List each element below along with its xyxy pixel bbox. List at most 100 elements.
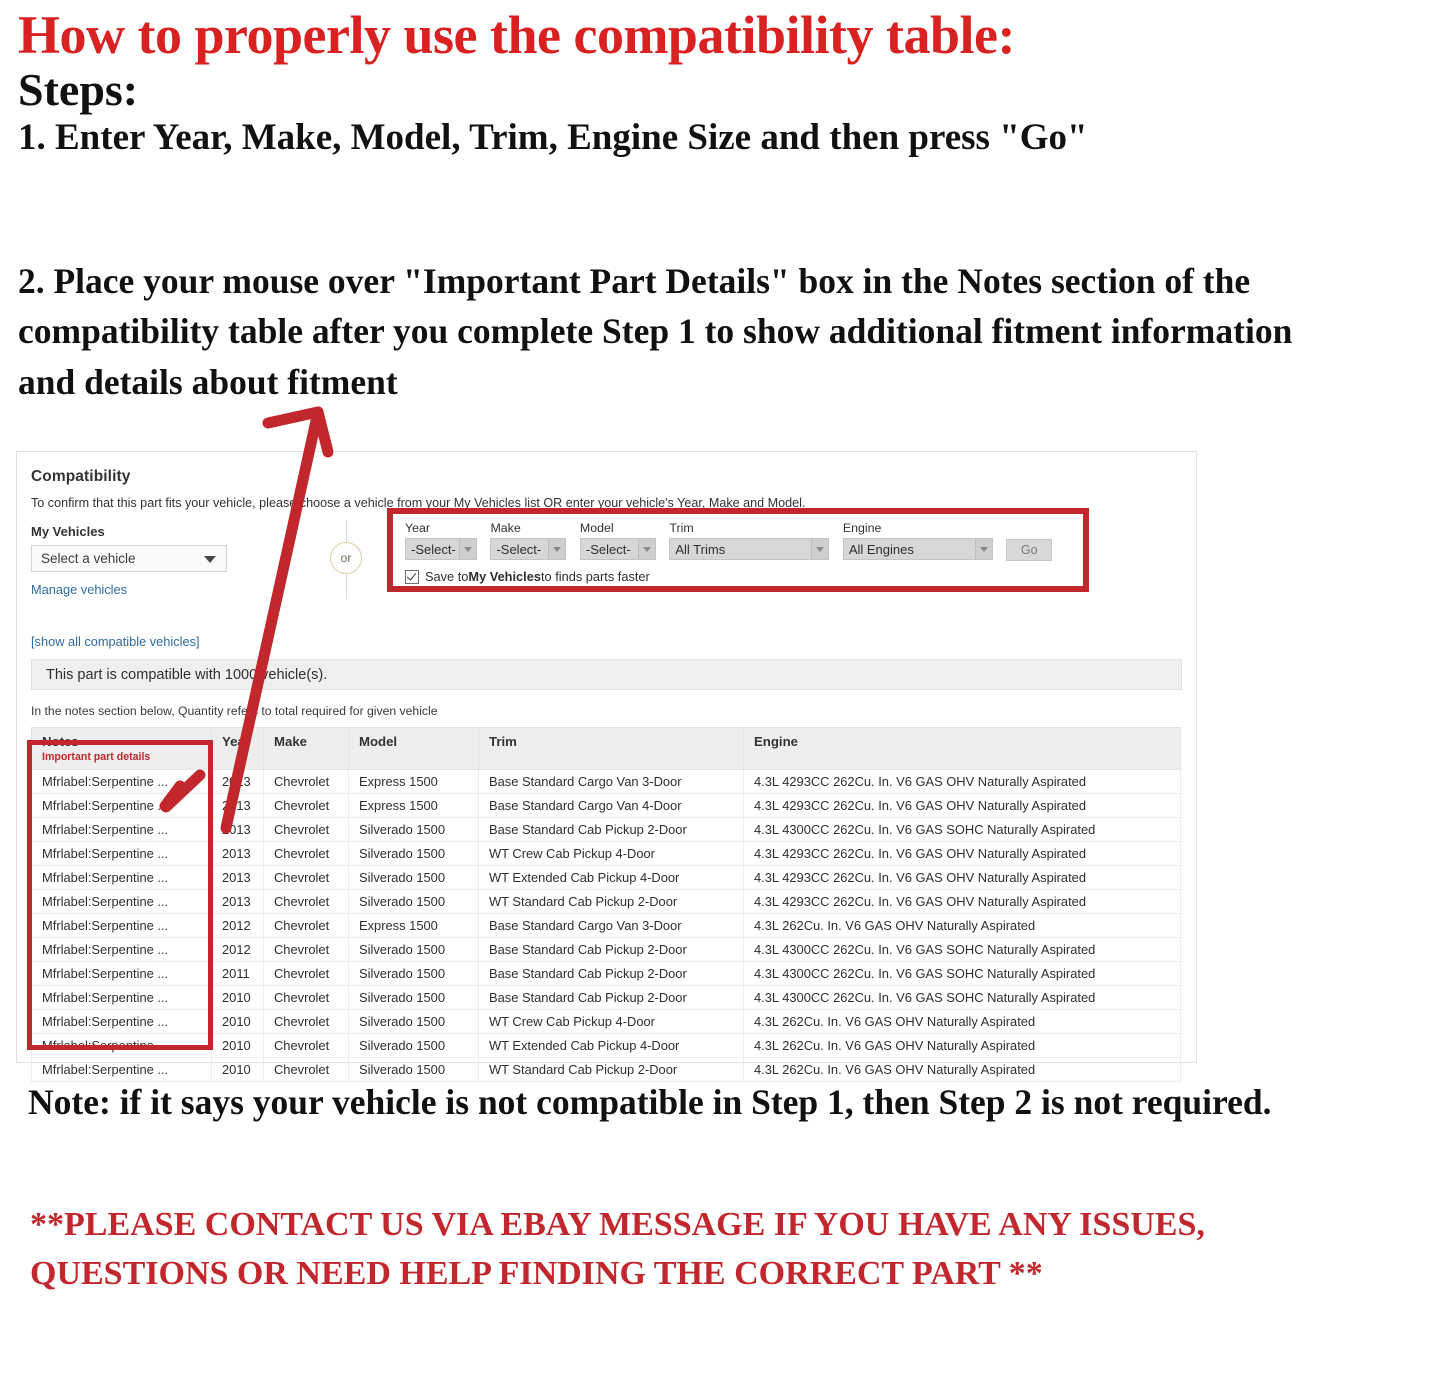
cell-year: 2013 [211,769,264,794]
table-row: Mfrlabel:Serpentine ... 2010 Chevrolet Silv… [31,1009,1181,1034]
my-vehicles-label: My Vehicles [31,524,105,539]
cell-trim: Base Standard Cargo Van 3-Door [478,913,744,938]
cell-notes[interactable]: Mfrlabel:Serpentine ... [31,793,212,818]
compatibility-status-banner: This part is compatible with 1000 vehicl… [31,659,1182,690]
trim-select-value: All Trims [675,541,726,557]
cell-trim: WT Extended Cab Pickup 4-Door [478,1033,744,1058]
year-select[interactable]: -Select- [405,538,477,560]
cell-model: Silverado 1500 [348,841,479,866]
model-select[interactable]: -Select- [579,538,656,560]
engine-select[interactable]: All Engines [842,538,993,560]
model-select-value: -Select- [585,541,631,557]
cell-trim: Base Standard Cab Pickup 2-Door [478,985,744,1010]
cell-trim: WT Crew Cab Pickup 4-Door [478,1009,744,1034]
cell-trim: Base Standard Cab Pickup 2-Door [478,817,744,842]
cell-engine: 4.3L 4293CC 262Cu. In. V6 GAS OHV Natura… [743,769,1181,794]
cell-notes[interactable]: Mfrlabel:Serpentine ... [31,1033,212,1058]
header-model[interactable]: Model [348,727,479,770]
compatibility-heading: Compatibility [31,468,131,485]
save-bold-text: My Vehicles [468,569,541,584]
cell-engine: 4.3L 4300CC 262Cu. In. V6 GAS SOHC Natur… [743,985,1181,1010]
table-row: Mfrlabel:Serpentine ... 2013 Chevrolet Silv… [31,889,1181,914]
cell-notes[interactable]: Mfrlabel:Serpentine ... [31,889,212,914]
compatibility-panel: Compatibility To confirm that this part … [16,451,1197,1082]
cell-year: 2013 [211,817,264,842]
cell-make: Chevrolet [263,985,349,1010]
cell-trim: WT Standard Cab Pickup 2-Door [478,889,744,914]
cell-model: Silverado 1500 [348,985,479,1010]
cell-notes[interactable]: Mfrlabel:Serpentine ... [31,769,212,794]
cell-make: Chevrolet [263,913,349,938]
or-divider: or [325,520,369,600]
my-vehicles-column: My Vehicles Select a vehicle Manage vehi… [31,524,281,597]
save-to-my-vehicles-row[interactable]: Save to My Vehicles to finds parts faste… [405,569,1083,584]
save-suffix-text: to finds parts faster [540,569,650,584]
cell-model: Silverado 1500 [348,961,479,986]
cell-year: 2013 [211,865,264,890]
table-row: Mfrlabel:Serpentine ... 2013 Chevrolet Silv… [31,841,1181,866]
cell-notes[interactable]: Mfrlabel:Serpentine ... [31,937,212,962]
make-label: Make [490,521,521,535]
table-row: Mfrlabel:Serpentine ... 2010 Chevrolet Silv… [31,985,1181,1010]
cell-make: Chevrolet [263,865,349,890]
steps-label: Steps: [18,64,139,115]
header-make[interactable]: Make [263,727,349,770]
fitment-table: Notes Important part details Year Make M… [31,727,1181,1082]
cell-year: 2010 [211,985,264,1010]
bottom-note-text: Note: if it says your vehicle is not com… [28,1082,1272,1122]
show-all-compatible-vehicles-link[interactable]: [show all compatible vehicles] [31,634,1182,649]
go-button[interactable]: Go [1006,539,1053,561]
vehicle-chooser: My Vehicles Select a vehicle Manage vehi… [31,508,1182,628]
fitment-table-body: Mfrlabel:Serpentine ... 2013 Chevrolet Expr… [31,769,1181,1082]
trim-label: Trim [669,521,694,535]
table-row: Mfrlabel:Serpentine ... 2013 Chevrolet Expr… [31,793,1181,818]
quantity-note: In the notes section below, Quantity ref… [31,704,438,718]
cell-notes[interactable]: Mfrlabel:Serpentine ... [31,841,212,866]
cell-trim: Base Standard Cargo Van 4-Door [478,793,744,818]
cell-year: 2013 [211,841,264,866]
save-checkbox[interactable] [405,569,419,584]
chevron-down-icon [974,539,992,559]
my-vehicles-select[interactable]: Select a vehicle [31,545,227,572]
cell-notes[interactable]: Mfrlabel:Serpentine ... [31,1009,212,1034]
my-vehicles-select-value: Select a vehicle [41,551,136,566]
cell-engine: 4.3L 262Cu. In. V6 GAS OHV Naturally Asp… [743,1033,1181,1058]
cell-notes[interactable]: Mfrlabel:Serpentine ... [31,985,212,1010]
trim-field: Trim All Trims [669,521,830,560]
cell-engine: 4.3L 4293CC 262Cu. In. V6 GAS OHV Natura… [743,865,1181,890]
table-row: Mfrlabel:Serpentine ... 2010 Chevrolet Silv… [31,1033,1181,1058]
cell-model: Silverado 1500 [348,889,479,914]
cell-notes[interactable]: Mfrlabel:Serpentine ... [31,961,212,986]
cell-notes[interactable]: Mfrlabel:Serpentine ... [31,913,212,938]
cell-trim: Base Standard Cab Pickup 2-Door [478,937,744,962]
cell-notes[interactable]: Mfrlabel:Serpentine ... [31,817,212,842]
page-title: How to properly use the compatibility ta… [18,5,1015,65]
make-select-value: -Select- [496,541,542,557]
header-trim[interactable]: Trim [478,727,744,770]
table-row: Mfrlabel:Serpentine ... 2012 Chevrolet Expr… [31,913,1181,938]
cell-make: Chevrolet [263,1009,349,1034]
cell-notes[interactable]: Mfrlabel:Serpentine ... [31,865,212,890]
make-field: Make -Select- [490,521,567,560]
cell-year: 2010 [211,1009,264,1034]
header-year[interactable]: Year [211,727,264,770]
cell-make: Chevrolet [263,841,349,866]
chevron-down-icon [204,556,216,563]
make-select[interactable]: -Select- [490,538,567,560]
table-row: Mfrlabel:Serpentine ... 2011 Chevrolet Silv… [31,961,1181,986]
manage-vehicles-link[interactable]: Manage vehicles [31,582,281,597]
cell-year: 2012 [211,913,264,938]
header-notes[interactable]: Notes Important part details [31,727,212,770]
cell-make: Chevrolet [263,769,349,794]
cell-make: Chevrolet [263,961,349,986]
year-label: Year [405,521,431,535]
step-one-text: 1. Enter Year, Make, Model, Trim, Engine… [18,117,1088,159]
header-engine[interactable]: Engine [743,727,1181,770]
cell-model: Silverado 1500 [348,817,479,842]
table-row: Mfrlabel:Serpentine ... 2013 Chevrolet Silv… [31,817,1181,842]
engine-label: Engine [842,521,882,535]
engine-field: Engine All Engines [842,521,993,560]
cell-engine: 4.3L 4300CC 262Cu. In. V6 GAS SOHC Natur… [743,817,1181,842]
trim-select[interactable]: All Trims [669,538,830,560]
chevron-down-icon [459,539,476,559]
